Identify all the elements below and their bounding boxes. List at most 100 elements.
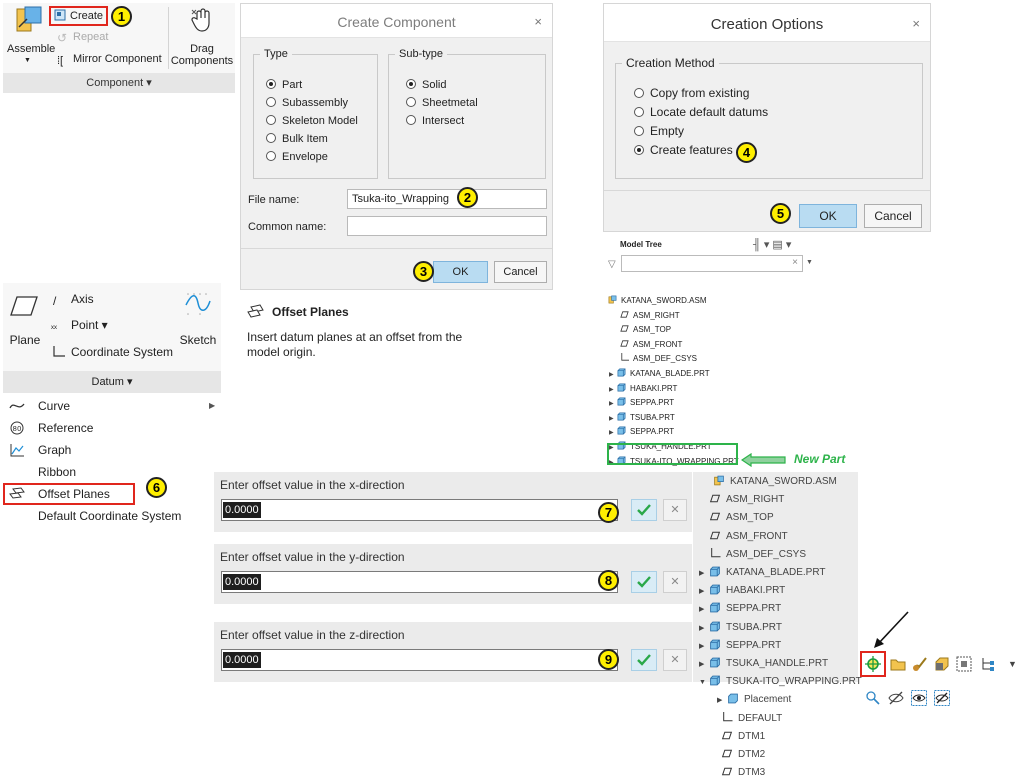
menu-item-ribbon[interactable]: Ribbon [3, 461, 221, 483]
target-datum-icon[interactable] [865, 656, 881, 672]
cancel-y-button[interactable]: ✕ [663, 571, 687, 593]
chevron-down-icon[interactable]: ▼ [1008, 659, 1017, 669]
sketch-button[interactable]: Sketch [178, 287, 218, 351]
expand-arrow-icon[interactable]: ▶ [609, 398, 617, 410]
accept-x-button[interactable] [631, 499, 657, 521]
mirror-component-button[interactable]: ⁞[Mirror Component [57, 52, 162, 67]
paint-brush-icon[interactable] [912, 656, 928, 672]
expand-arrow-icon[interactable]: ▶ [699, 640, 709, 654]
tree-filter-input[interactable]: × [621, 255, 803, 272]
tree-item[interactable]: ▶ TSUKA_HANDLE.PRT [699, 657, 828, 672]
radio-locate-default-datums[interactable]: Locate default datums [634, 105, 768, 119]
expand-arrow-icon[interactable]: ▶ [609, 384, 617, 396]
part-appearance-icon[interactable] [934, 656, 950, 672]
expand-arrow-icon[interactable]: ▶ [717, 694, 727, 708]
radio-button[interactable] [266, 133, 276, 143]
radio-button[interactable] [634, 145, 644, 155]
cancel-z-button[interactable]: ✕ [663, 649, 687, 671]
tree-item[interactable]: DTM3 [721, 766, 765, 777]
tree-item[interactable]: ▶ TSUBA.PRT [609, 412, 675, 425]
expand-arrow-icon[interactable]: ▶ [699, 567, 709, 581]
unhide-icon[interactable] [934, 690, 950, 706]
clear-filter-icon[interactable]: × [792, 257, 798, 268]
drag-components-button[interactable]: Drag Components [169, 5, 235, 71]
radio-subassembly[interactable]: Subassembly [266, 96, 348, 110]
grid-select-icon[interactable] [956, 656, 972, 672]
radio-create-features[interactable]: Create features [634, 143, 733, 157]
radio-skeleton-model[interactable]: Skeleton Model [266, 114, 358, 128]
show-icon[interactable] [911, 690, 927, 706]
tree-item[interactable]: ASM_RIGHT [709, 493, 784, 507]
menu-item-reference[interactable]: 80 Reference [3, 417, 221, 439]
radio-sheetmetal[interactable]: Sheetmetal [406, 96, 478, 110]
datum-group-dropdown[interactable]: Datum ▾ [3, 371, 221, 393]
accept-z-button[interactable] [631, 649, 657, 671]
accept-y-button[interactable] [631, 571, 657, 593]
tree-item[interactable]: DEFAULT [721, 711, 782, 726]
radio-empty[interactable]: Empty [634, 124, 684, 138]
expand-arrow-icon[interactable]: ▶ [699, 658, 709, 672]
expand-arrow-icon[interactable]: ▶ [609, 427, 617, 439]
expand-arrow-icon[interactable]: ▶ [609, 369, 617, 381]
radio-solid[interactable]: Solid [406, 78, 446, 92]
radio-button[interactable] [406, 79, 416, 89]
ok-button[interactable]: OK [799, 204, 857, 228]
radio-button[interactable] [634, 107, 644, 117]
expand-arrow-icon[interactable]: ▶ [699, 603, 709, 617]
offset-z-input[interactable]: 0.0000 [221, 649, 618, 671]
radio-intersect[interactable]: Intersect [406, 114, 464, 128]
tree-item[interactable]: ▶ Placement [717, 693, 791, 708]
tree-item[interactable]: ▶ SEPPA.PRT [609, 397, 674, 410]
radio-envelope[interactable]: Envelope [266, 150, 328, 164]
radio-part[interactable]: Part [266, 78, 302, 92]
repeat-button[interactable]: ↺ Repeat [57, 30, 108, 44]
tree-item[interactable]: ▶ KATANA_BLADE.PRT [609, 368, 710, 381]
tree-item[interactable]: ASM_TOP [620, 324, 671, 336]
plane-button[interactable]: Plane [5, 287, 45, 351]
tree-settings-icon[interactable]: ╢ ▾ ▤ ▾ [753, 238, 791, 251]
radio-button[interactable] [406, 115, 416, 125]
radio-button[interactable] [266, 151, 276, 161]
radio-button[interactable] [266, 79, 276, 89]
tree-item[interactable]: ASM_TOP [709, 511, 774, 525]
hide-icon[interactable] [888, 690, 904, 706]
radio-bulk-item[interactable]: Bulk Item [266, 132, 328, 146]
tree-item[interactable]: ▶ SEPPA.PRT [699, 639, 781, 654]
open-folder-icon[interactable] [890, 656, 906, 672]
assemble-button[interactable]: Assemble ▼ [7, 5, 55, 69]
tree-item[interactable]: KATANA_SWORD.ASM [608, 295, 707, 307]
point-button[interactable]: ˣˣ Point ▾ [51, 318, 108, 334]
tree-item[interactable]: KATANA_SWORD.ASM [713, 475, 837, 489]
radio-button[interactable] [634, 88, 644, 98]
expand-arrow-icon[interactable]: ▼ [699, 676, 709, 690]
expand-arrow-icon[interactable]: ▶ [609, 413, 617, 425]
tree-item[interactable]: ASM_DEF_CSYS [620, 353, 697, 365]
expand-arrow-icon[interactable]: ▶ [699, 585, 709, 599]
expand-arrow-icon[interactable]: ▶ [699, 622, 709, 636]
tree-item[interactable]: ▶ SEPPA.PRT [609, 426, 674, 439]
tree-item[interactable]: ▶ HABAKI.PRT [699, 584, 785, 599]
menu-item-graph[interactable]: Graph [3, 439, 221, 461]
cancel-button[interactable]: Cancel [864, 204, 922, 228]
tree-item[interactable]: ▶ SEPPA.PRT [699, 602, 781, 617]
zoom-fit-icon[interactable] [865, 690, 881, 706]
menu-item-curve[interactable]: Curve ▶ [3, 395, 221, 417]
radio-button[interactable] [406, 97, 416, 107]
menu-item-default-coordinate-system[interactable]: Default Coordinate System [3, 505, 221, 527]
filter-dropdown-icon[interactable]: ▼ [806, 259, 813, 266]
file-name-field[interactable]: Tsuka-ito_Wrapping [347, 189, 547, 209]
close-icon[interactable]: × [912, 16, 920, 31]
tree-item[interactable]: ▶ TSUBA.PRT [699, 621, 782, 636]
radio-button[interactable] [266, 115, 276, 125]
tree-item[interactable]: ASM_RIGHT [620, 310, 680, 322]
tree-item[interactable]: ASM_DEF_CSYS [709, 547, 806, 562]
radio-button[interactable] [634, 126, 644, 136]
offset-x-input[interactable]: 0.0000 [221, 499, 618, 521]
tree-item[interactable]: ASM_FRONT [709, 530, 788, 544]
ok-button[interactable]: OK [433, 261, 488, 283]
radio-copy-from-existing[interactable]: Copy from existing [634, 86, 749, 100]
create-button[interactable]: Create [49, 6, 109, 26]
tree-item[interactable]: ▼ TSUKA-ITO_WRAPPING.PRT [699, 675, 862, 690]
axis-button[interactable]: / Axis [53, 292, 94, 307]
tree-item[interactable]: DTM1 [721, 730, 765, 744]
